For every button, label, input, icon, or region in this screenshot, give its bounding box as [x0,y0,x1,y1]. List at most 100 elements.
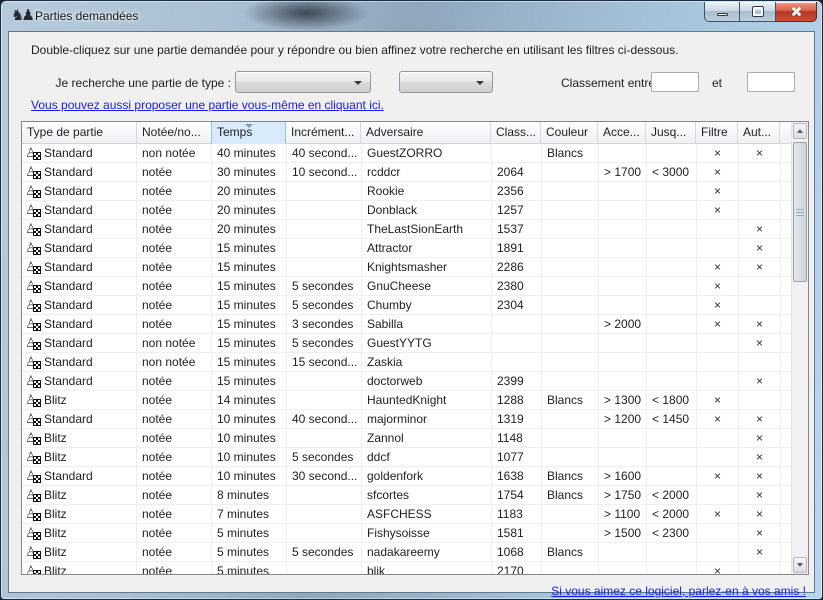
cell-filter: × [697,144,739,162]
chess-pawn-icon [25,336,42,351]
table-row[interactable]: Blitznotée8 minutessfcortes1754Blancs> 1… [22,486,791,505]
chess-pawn-icon [25,545,42,560]
cell-color [542,277,599,295]
column-header-adversary[interactable]: Adversaire [361,122,491,144]
rating-min-input[interactable] [651,72,699,92]
checkerboard-icon [33,380,41,388]
cell-auto [739,163,781,181]
column-header-auto[interactable]: Aut... [738,122,780,144]
maximize-button[interactable] [739,2,776,22]
table-row[interactable]: Blitznotée10 minutes5 secondesddcf1077× [22,448,791,467]
cell-below: < 2300 [647,524,697,542]
vertical-scrollbar[interactable] [791,122,808,574]
cell-color: Blancs [542,486,599,504]
column-header-below[interactable]: Jusq... [646,122,696,144]
table-row[interactable]: Blitznotée7 minutesASFCHESS1183> 1100< 2… [22,505,791,524]
minimize-button[interactable] [704,2,739,22]
table-row[interactable]: Blitznotée14 minutesHauntedKnight1288Bla… [22,391,791,410]
game-subtype-select[interactable] [399,71,493,93]
game-type-select[interactable] [235,71,371,93]
table-row[interactable]: Standardnotée15 minutesAttractor1891× [22,239,791,258]
table-row[interactable]: Standardnotée10 minutes30 second...golde… [22,467,791,486]
cell-adversary: Fishysoisse [362,524,492,542]
cell-adversary: HauntedKnight [362,391,492,409]
cell-time: 15 minutes [212,239,287,257]
game-type-label: Standard [44,201,93,219]
cell-rated: notée [137,258,212,276]
scroll-up-button[interactable] [793,123,807,139]
table-row[interactable]: Standardnon notée15 minutes15 second...Z… [22,353,791,372]
column-header-type[interactable]: Type de partie [22,122,137,144]
chess-pawn-icon [25,412,42,427]
cell-time: 20 minutes [212,220,287,238]
cell-above [599,144,647,162]
table-row[interactable]: Standardnotée15 minutesdoctorweb2399× [22,372,791,391]
scroll-down-button[interactable] [793,557,807,573]
cell-increment [287,486,362,504]
table-row[interactable]: Standardnotée15 minutes3 secondesSabilla… [22,315,791,334]
table-row[interactable]: Standardnotée20 minutesTheLastSionEarth1… [22,220,791,239]
cell-filter [697,429,739,447]
cell-adversary: blik [362,562,492,574]
cell-auto [739,562,781,574]
table-row[interactable]: Blitznotée5 minutesFishysoisse1581> 1500… [22,524,791,543]
dialog-body: Double-cliquez sur une partie demandée p… [8,31,815,593]
propose-game-link[interactable]: Vous pouvez aussi proposer une partie vo… [31,98,384,112]
cell-rating [492,144,542,162]
cell-increment [287,524,362,542]
titlebar[interactable]: ♞♟ Parties demandées [1,1,822,31]
share-link[interactable]: Si vous aimez ce logiciel, parlez-en à v… [551,584,806,598]
cell-increment: 10 second... [287,163,362,181]
table-row[interactable]: Standardnotée20 minutesRookie2356× [22,182,791,201]
column-header-filter[interactable]: Filtre [696,122,738,144]
column-header-above[interactable]: Acce... [598,122,646,144]
table-row[interactable]: Standardnon notée15 minutes5 secondesGue… [22,334,791,353]
table-row[interactable]: Standardnotée20 minutesDonblack1257× [22,201,791,220]
game-type-label: Standard [44,296,93,314]
cell-time: 15 minutes [212,353,287,371]
table-row[interactable]: Blitznotée10 minutesZannol1148× [22,429,791,448]
cell-rating: 2356 [492,182,542,200]
arrow-down-icon [797,563,803,567]
table-row[interactable]: Standardnon notée40 minutes40 second...G… [22,144,791,163]
game-type-label: Blitz [44,391,67,409]
cell-below [647,182,697,200]
cell-auto [739,201,781,219]
column-header-time[interactable]: Temps [211,122,286,144]
cell-below: < 2000 [647,505,697,523]
game-type-label: Standard [44,334,93,352]
cell-type: Blitz [22,562,137,574]
checkerboard-icon [33,190,41,198]
cell-type: Standard [22,372,137,390]
checkerboard-icon [33,342,41,350]
column-header-increment[interactable]: Incrément... [286,122,361,144]
cell-above: > 2000 [599,315,647,333]
column-header-rated[interactable]: Notée/no... [137,122,212,144]
scrollbar-thumb[interactable] [793,142,807,282]
chess-pawn-icon [25,355,42,370]
cell-auto [739,391,781,409]
cell-filter: × [697,410,739,428]
table-row[interactable]: Blitznotée5 minutes5 secondesnadakareemy… [22,543,791,562]
cell-type: Blitz [22,505,137,523]
table-row[interactable]: Blitznotée5 minutesblik2170× [22,562,791,574]
table-row[interactable]: Standardnotée15 minutes5 secondesChumby2… [22,296,791,315]
column-header-color[interactable]: Couleur [541,122,598,144]
game-type-label: Blitz [44,505,67,523]
close-button[interactable] [776,2,817,22]
table-row[interactable]: Standardnotée15 minutes5 secondesGnuChee… [22,277,791,296]
table-row[interactable]: Standardnotée10 minutes40 second...major… [22,410,791,429]
table-row[interactable]: Standardnotée15 minutesKnightsmasher2286… [22,258,791,277]
cell-rated: notée [137,163,212,181]
cell-rating [492,315,542,333]
cell-below [647,372,697,390]
cell-rating: 2399 [492,372,542,390]
column-header-label: Type de partie [27,125,103,139]
and-label: et [712,76,722,90]
column-header-rating[interactable]: Class... [491,122,541,144]
table-body: Standardnon notée40 minutes40 second...G… [22,144,791,574]
rating-max-input[interactable] [747,72,795,92]
cell-rated: notée [137,201,212,219]
table-row[interactable]: Standardnotée30 minutes10 second...rcddc… [22,163,791,182]
cell-filter: × [697,505,739,523]
